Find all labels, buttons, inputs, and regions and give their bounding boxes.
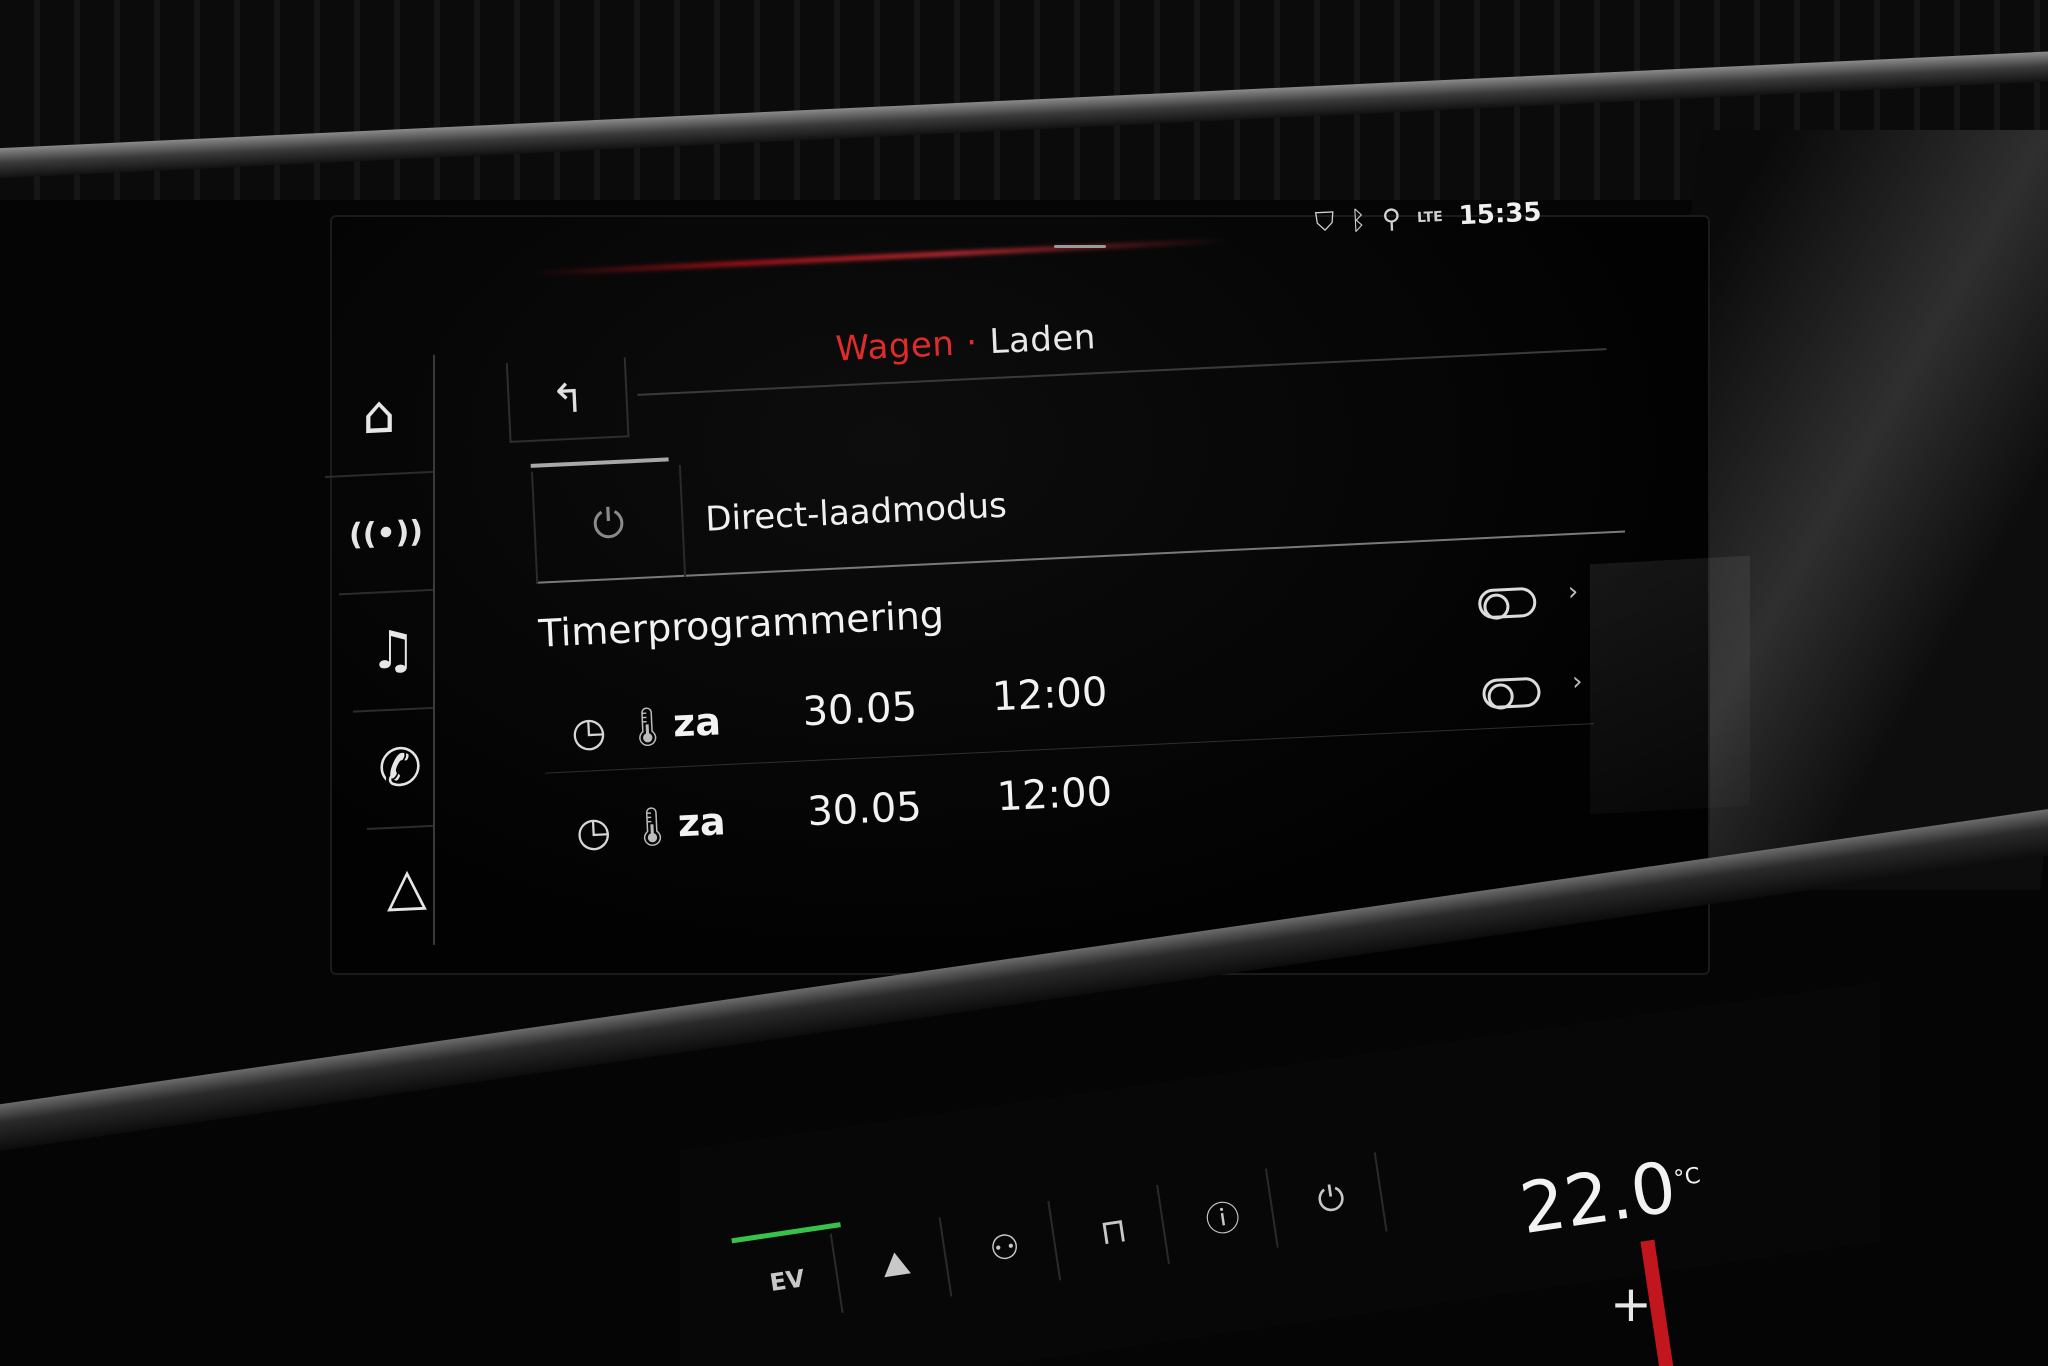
nav-radio[interactable]: ((•)) — [339, 472, 433, 596]
screen-glare — [1590, 555, 1750, 815]
phone-icon: ✆ — [378, 737, 422, 800]
network-lte-label: LTE — [1416, 208, 1444, 227]
charge-mode-label: Direct-laadmodus — [704, 485, 1008, 540]
ev-mode-label: EV — [767, 1264, 807, 1298]
nav-music[interactable]: ♫ — [353, 590, 433, 713]
temperature-increase-button[interactable]: + — [1610, 1275, 1652, 1333]
wiper-off-icon: ⓘ — [1203, 1196, 1243, 1242]
navigation-icon: △ — [387, 856, 427, 919]
timer-date: 30.05 — [806, 783, 923, 836]
timer-1-chevron-right-icon[interactable]: › — [1567, 577, 1579, 607]
direct-charge-mode-row[interactable]: ⏻ Direct-laadmodus — [531, 420, 1626, 584]
trailer-button[interactable]: ⚇ — [950, 1201, 1062, 1295]
nav-home[interactable]: ⌂ — [325, 354, 433, 478]
power-icon: ⏻ — [1314, 1177, 1348, 1222]
timer-time: 12:00 — [995, 768, 1114, 821]
timer-time: 12:00 — [991, 669, 1109, 721]
parking-icon: ⊓ — [1097, 1210, 1130, 1254]
drive-select-button[interactable]: ⛰ — [841, 1217, 953, 1312]
thermometer-icon: 🌡︎ — [626, 803, 678, 850]
user-icon: ⚲ — [1381, 203, 1402, 235]
main-nav-sidebar: ⌂ ((•)) ♫ ✆ △ — [325, 354, 435, 951]
music-icon: ♫ — [369, 619, 417, 682]
radio-icon: ((•)) — [348, 513, 424, 553]
back-arrow-icon: ↰ — [549, 375, 586, 423]
thermometer-icon: 🌡︎ — [622, 703, 673, 750]
timer-day: za — [676, 799, 727, 846]
wiper-off-button[interactable]: ⓘ — [1168, 1168, 1279, 1263]
bluetooth-icon: ᛒ — [1349, 205, 1367, 237]
nav-navigation[interactable]: △ — [381, 827, 433, 947]
breadcrumb-current: Laden — [988, 317, 1097, 363]
timer-1-toggle[interactable] — [1477, 586, 1537, 620]
timer-section-title: Timerprogrammering — [537, 592, 945, 656]
ev-mode-button[interactable]: EV — [732, 1233, 844, 1328]
charging-panel: Wagen · Laden ↰ ⏻ Direct-laadmodus Timerpr… — [505, 292, 1648, 864]
timer-1-icon: ◷ — [570, 708, 608, 757]
breadcrumb-parent[interactable]: Wagen — [835, 324, 956, 370]
power-button[interactable]: ⏻ — [1276, 1152, 1388, 1247]
parking-button[interactable]: ⊓ — [1059, 1184, 1170, 1279]
timer-date: 30.05 — [801, 684, 919, 736]
temperature-unit: °C — [1672, 1163, 1703, 1193]
header-divider — [637, 348, 1607, 396]
nav-phone[interactable]: ✆ — [367, 708, 433, 831]
timer-2-icon: ◷ — [574, 808, 613, 857]
home-icon: ⌂ — [362, 384, 396, 447]
charging-plug-icon: ⏻ — [531, 464, 687, 584]
location-shield-icon: ⛉ — [1314, 207, 1336, 238]
back-button[interactable]: ↰ — [505, 357, 630, 443]
drive-select-icon: ⛰ — [878, 1242, 914, 1287]
status-time: 15:35 — [1458, 197, 1543, 232]
pull-down-handle[interactable] — [1054, 245, 1106, 248]
trailer-icon: ⚇ — [986, 1226, 1023, 1271]
timer-day: za — [671, 699, 722, 746]
breadcrumb-separator: · — [965, 322, 979, 364]
